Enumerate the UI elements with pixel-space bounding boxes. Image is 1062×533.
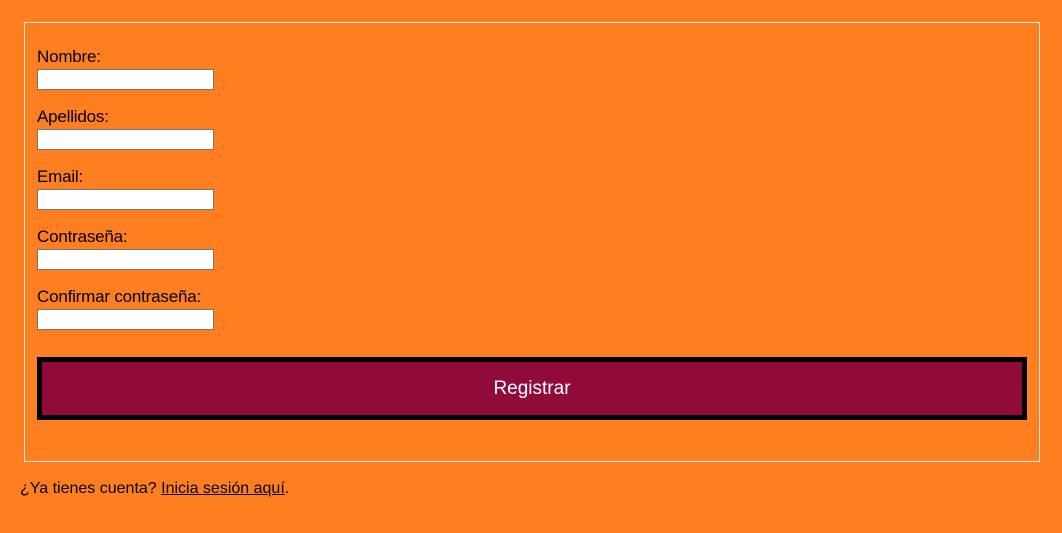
login-prompt-text: ¿Ya tienes cuenta?: [20, 480, 162, 497]
confirm-password-input[interactable]: [37, 309, 214, 330]
password-label: Contraseña:: [37, 227, 128, 246]
login-prompt: ¿Ya tienes cuenta? Inicia sesión aquí.: [20, 479, 289, 499]
apellidos-field: Apellidos:: [37, 107, 214, 150]
confirm-password-label: Confirmar contraseña:: [37, 287, 201, 306]
apellidos-input[interactable]: [37, 129, 214, 150]
nombre-field: Nombre:: [37, 47, 214, 90]
password-field: Contraseña:: [37, 227, 214, 270]
apellidos-label: Apellidos:: [37, 107, 109, 126]
nombre-input[interactable]: [37, 69, 214, 90]
email-input[interactable]: [37, 189, 214, 210]
password-input[interactable]: [37, 249, 214, 270]
nombre-label: Nombre:: [37, 47, 101, 66]
login-link[interactable]: Inicia sesión aquí: [161, 480, 285, 497]
confirm-password-field: Confirmar contraseña:: [37, 287, 214, 330]
register-button[interactable]: Registrar: [37, 357, 1027, 420]
login-prompt-suffix: .: [284, 480, 290, 497]
email-label: Email:: [37, 167, 84, 186]
registration-form: Nombre: Apellidos: Email: Contraseña: Co…: [24, 22, 1040, 462]
email-field: Email:: [37, 167, 214, 210]
